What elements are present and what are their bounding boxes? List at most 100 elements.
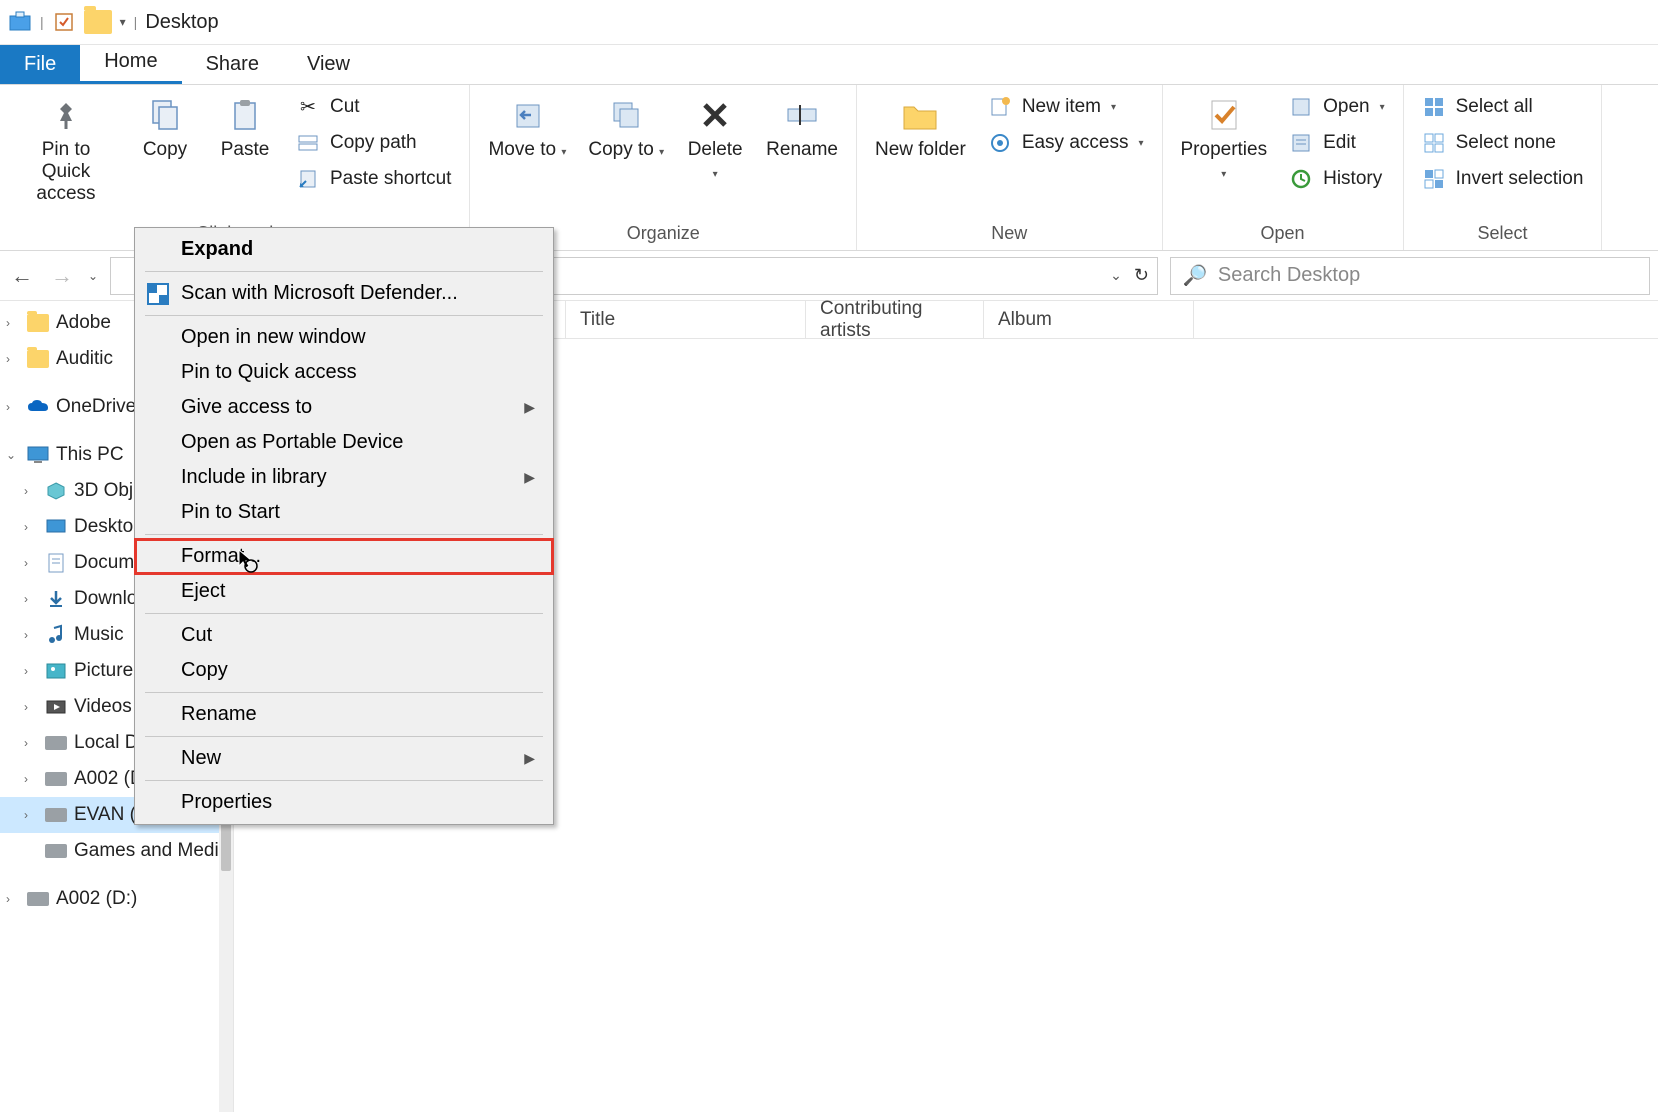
ribbon-group-clipboard: Pin to Quick access Copy Paste ✂Cut Copy… bbox=[0, 85, 470, 250]
ctx-pin-quick-access[interactable]: Pin to Quick access bbox=[135, 355, 553, 390]
address-dropdown[interactable]: ⌄ bbox=[1110, 267, 1122, 284]
delete-button[interactable]: Delete▾ bbox=[680, 91, 750, 187]
submenu-arrow-icon: ▶ bbox=[524, 469, 535, 486]
ribbon-group-new: New folder New item ▾ Easy access ▾ New bbox=[857, 85, 1163, 250]
new-item-button[interactable]: New item ▾ bbox=[982, 91, 1150, 123]
invert-selection-button[interactable]: Invert selection bbox=[1416, 163, 1590, 195]
easy-access-button[interactable]: Easy access ▾ bbox=[982, 127, 1150, 159]
ctx-sep bbox=[145, 534, 543, 535]
ctx-properties[interactable]: Properties bbox=[135, 785, 553, 820]
back-button[interactable]: ← bbox=[8, 262, 36, 290]
copy-path-button[interactable]: Copy path bbox=[290, 127, 457, 159]
copy-button[interactable]: Copy bbox=[130, 91, 200, 165]
history-button[interactable]: History bbox=[1283, 163, 1391, 195]
ctx-new[interactable]: New▶ bbox=[135, 741, 553, 776]
column-artists[interactable]: Contributing artists bbox=[806, 301, 984, 338]
history-icon bbox=[1289, 167, 1313, 191]
submenu-arrow-icon: ▶ bbox=[524, 399, 535, 416]
move-to-icon bbox=[507, 95, 547, 135]
ctx-sep bbox=[145, 780, 543, 781]
ctx-rename[interactable]: Rename bbox=[135, 697, 553, 732]
rename-button[interactable]: Rename bbox=[760, 91, 844, 165]
context-menu: Expand Scan with Microsoft Defender... O… bbox=[134, 227, 554, 825]
ctx-scan-defender[interactable]: Scan with Microsoft Defender... bbox=[135, 276, 553, 311]
pin-quick-access-button[interactable]: Pin to Quick access bbox=[12, 91, 120, 209]
ctx-expand[interactable]: Expand bbox=[135, 232, 553, 267]
ribbon-group-open: Properties▾ Open ▾ Edit History Open bbox=[1163, 85, 1404, 250]
ctx-sep bbox=[145, 271, 543, 272]
copy-to-icon bbox=[606, 95, 646, 135]
move-to-label: Move to ▾ bbox=[488, 139, 566, 161]
invert-selection-icon bbox=[1422, 167, 1446, 191]
ribbon-group-select: Select all Select none Invert selection … bbox=[1404, 85, 1603, 250]
ctx-sep bbox=[145, 613, 543, 614]
tab-share[interactable]: Share bbox=[182, 45, 283, 84]
qat-caret[interactable]: ▾ bbox=[120, 15, 126, 29]
easy-access-icon bbox=[988, 131, 1012, 155]
window-title: Desktop bbox=[145, 11, 218, 34]
downloads-icon bbox=[44, 588, 68, 610]
recent-locations-button[interactable]: ⌄ bbox=[88, 269, 98, 283]
3d-icon bbox=[44, 480, 68, 502]
open-button[interactable]: Open ▾ bbox=[1283, 91, 1391, 123]
properties-button[interactable]: Properties▾ bbox=[1175, 91, 1274, 187]
select-none-button[interactable]: Select none bbox=[1416, 127, 1590, 159]
open-icon bbox=[1289, 95, 1313, 119]
edit-icon bbox=[1289, 131, 1313, 155]
select-all-button[interactable]: Select all bbox=[1416, 91, 1590, 123]
ctx-eject[interactable]: Eject bbox=[135, 574, 553, 609]
paste-shortcut-button[interactable]: Paste shortcut bbox=[290, 163, 457, 195]
cut-icon: ✂ bbox=[296, 95, 320, 119]
ribbon-group-organize: Move to ▾ Copy to ▾ Delete▾ Rename Organ… bbox=[470, 85, 857, 250]
move-to-button[interactable]: Move to ▾ bbox=[482, 91, 572, 165]
paste-button[interactable]: Paste bbox=[210, 91, 280, 165]
column-album[interactable]: Album bbox=[984, 301, 1194, 338]
delete-label: Delete▾ bbox=[688, 139, 743, 183]
ctx-open-new-window[interactable]: Open in new window bbox=[135, 320, 553, 355]
paste-label: Paste bbox=[221, 139, 270, 161]
tab-file[interactable]: File bbox=[0, 45, 80, 84]
cut-button[interactable]: ✂Cut bbox=[290, 91, 457, 123]
refresh-button[interactable]: ↻ bbox=[1134, 265, 1149, 286]
select-none-icon bbox=[1422, 131, 1446, 155]
ctx-copy[interactable]: Copy bbox=[135, 653, 553, 688]
submenu-arrow-icon: ▶ bbox=[524, 750, 535, 767]
new-folder-button[interactable]: New folder bbox=[869, 91, 972, 165]
ctx-cut[interactable]: Cut bbox=[135, 618, 553, 653]
ctx-format[interactable]: Format... bbox=[135, 539, 553, 574]
ctx-give-access[interactable]: Give access to▶ bbox=[135, 390, 553, 425]
tab-home[interactable]: Home bbox=[80, 42, 181, 84]
tab-view[interactable]: View bbox=[283, 45, 374, 84]
tree-item-games[interactable]: Games and Media bbox=[0, 833, 233, 869]
search-placeholder: Search Desktop bbox=[1218, 264, 1360, 287]
videos-icon bbox=[44, 696, 68, 718]
title-bar: | ▾ | Desktop bbox=[0, 0, 1658, 45]
ctx-sep bbox=[145, 692, 543, 693]
desktop-icon bbox=[44, 516, 68, 538]
save-icon[interactable] bbox=[52, 10, 76, 34]
copy-to-label: Copy to ▾ bbox=[588, 139, 664, 161]
ctx-include-library[interactable]: Include in library▶ bbox=[135, 460, 553, 495]
separator: | bbox=[134, 14, 138, 30]
properties-label: Properties▾ bbox=[1181, 139, 1268, 183]
ribbon-tabs: File Home Share View bbox=[0, 45, 1658, 85]
search-box[interactable]: 🔍 Search Desktop bbox=[1170, 257, 1650, 295]
ctx-pin-start[interactable]: Pin to Start bbox=[135, 495, 553, 530]
copy-to-button[interactable]: Copy to ▾ bbox=[582, 91, 670, 165]
column-title[interactable]: Title bbox=[566, 301, 806, 338]
ctx-portable-device[interactable]: Open as Portable Device bbox=[135, 425, 553, 460]
ctx-sep bbox=[145, 315, 543, 316]
organize-label: Organize bbox=[627, 219, 700, 250]
pin-label: Pin to Quick access bbox=[18, 139, 114, 205]
pictures-icon bbox=[44, 660, 68, 682]
edit-button[interactable]: Edit bbox=[1283, 127, 1391, 159]
onedrive-icon bbox=[26, 396, 50, 418]
tree-item-a002-d[interactable]: ›A002 (D:) bbox=[0, 881, 233, 917]
paste-icon bbox=[225, 95, 265, 135]
forward-button[interactable]: → bbox=[48, 262, 76, 290]
documents-icon bbox=[44, 552, 68, 574]
new-item-icon bbox=[988, 95, 1012, 119]
new-folder-label: New folder bbox=[875, 139, 966, 161]
folder-icon bbox=[84, 10, 112, 34]
app-icon bbox=[8, 10, 32, 34]
